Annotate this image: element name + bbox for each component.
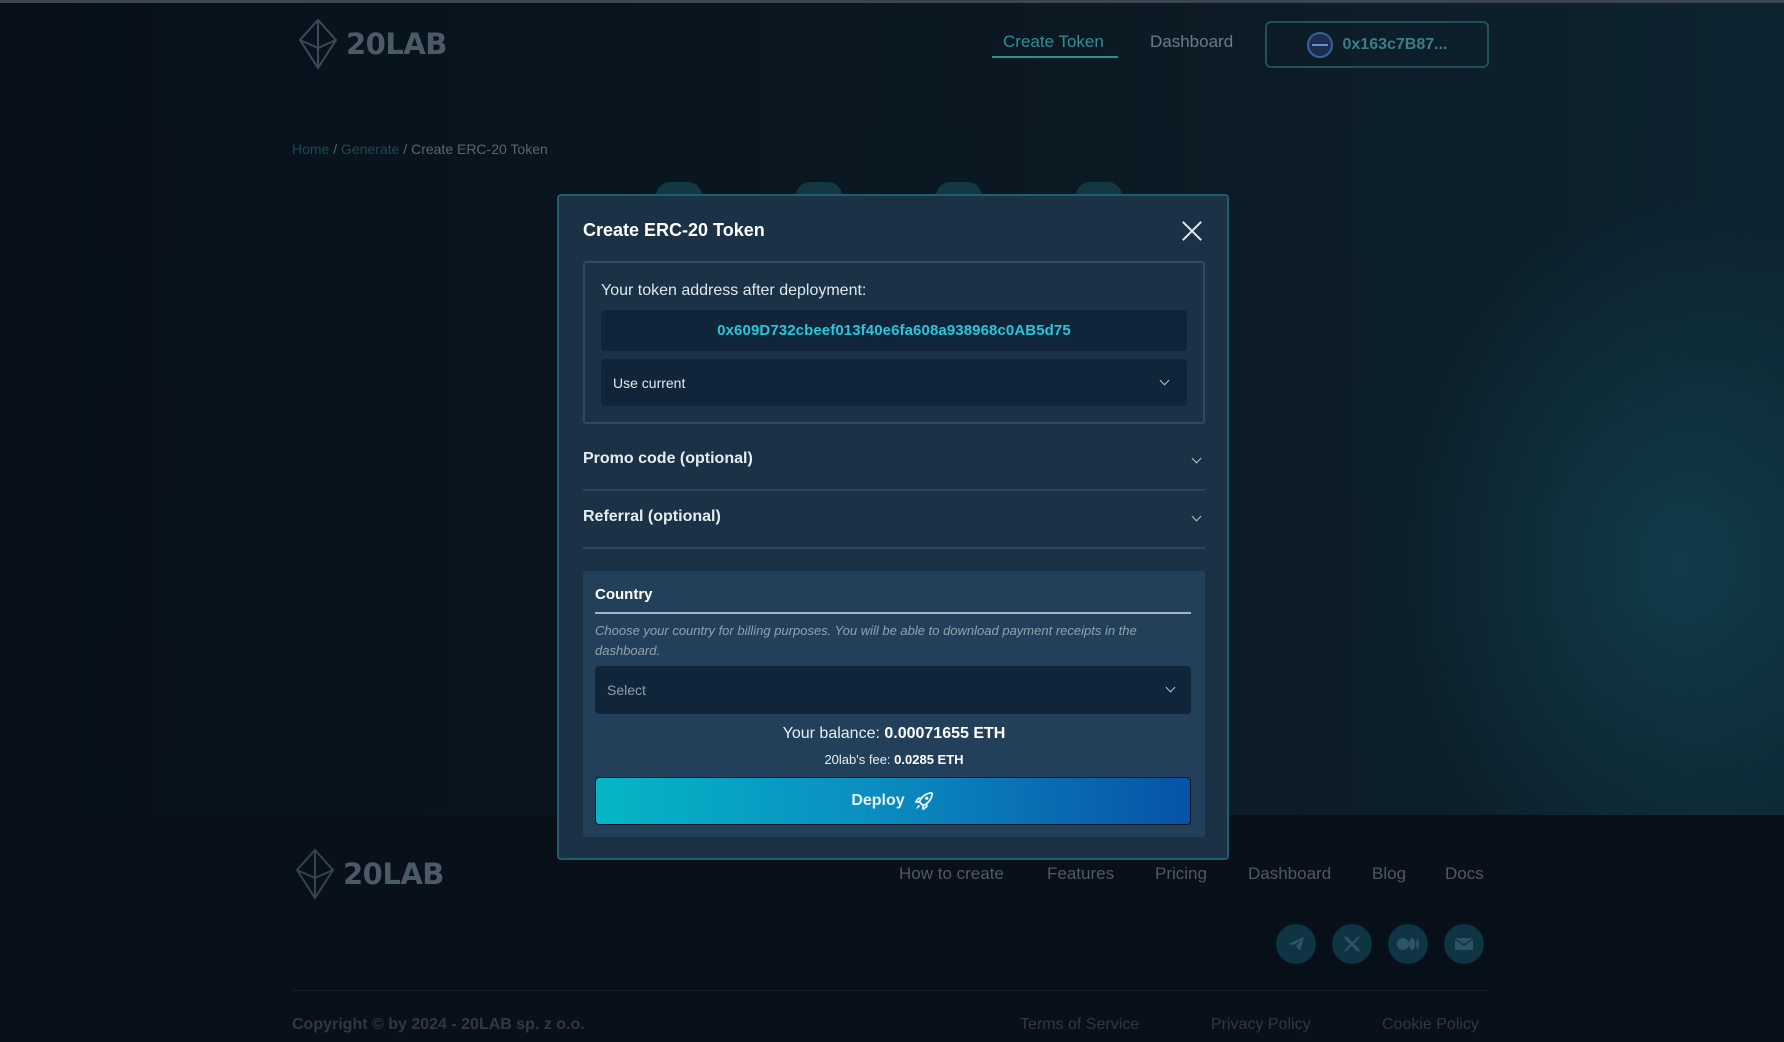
breadcrumb-home[interactable]: Home bbox=[292, 141, 329, 157]
breadcrumb: Home / Generate / Create ERC-20 Token bbox=[292, 141, 548, 157]
logo-diamond-icon bbox=[295, 848, 335, 900]
logo-text: 20LAB bbox=[346, 27, 447, 61]
x-glyph-icon bbox=[1343, 935, 1361, 953]
logo-text: 20LAB bbox=[343, 857, 444, 891]
address-mode-select[interactable]: Use current bbox=[601, 359, 1187, 406]
token-address-panel: Your token address after deployment: 0x6… bbox=[583, 261, 1205, 424]
country-title: Country bbox=[595, 586, 653, 603]
balance-line: Your balance: 0.00071655 ETH bbox=[583, 725, 1205, 743]
medium-glyph-icon bbox=[1397, 938, 1419, 950]
deploy-button[interactable]: Deploy bbox=[595, 777, 1191, 825]
fee-value: 0.0285 ETH bbox=[894, 752, 964, 767]
referral-label: Referral (optional) bbox=[583, 508, 721, 525]
nav-active-underline bbox=[992, 56, 1118, 58]
terms-link[interactable]: Terms of Service bbox=[1020, 1016, 1139, 1034]
promo-code-accordion[interactable]: Promo code (optional) bbox=[583, 433, 1205, 491]
deploy-label: Deploy bbox=[851, 792, 905, 809]
x-icon[interactable] bbox=[1332, 924, 1372, 964]
medium-icon[interactable] bbox=[1388, 924, 1428, 964]
create-token-modal: Create ERC-20 Token Your token address a… bbox=[557, 194, 1229, 860]
breadcrumb-sep: / bbox=[399, 141, 412, 157]
telegram-icon[interactable] bbox=[1276, 924, 1316, 964]
footer-link-features[interactable]: Features bbox=[1047, 864, 1114, 884]
token-address-label: Your token address after deployment: bbox=[601, 282, 867, 299]
wallet-button[interactable]: 0x163c7B87... bbox=[1265, 21, 1489, 68]
copyright: Copyright © by 2024 - 20LAB sp. z o.o. bbox=[292, 1016, 585, 1033]
modal-title: Create ERC-20 Token bbox=[583, 220, 765, 240]
breadcrumb-sep: / bbox=[329, 141, 342, 157]
referral-accordion[interactable]: Referral (optional) bbox=[583, 491, 1205, 549]
promo-code-label: Promo code (optional) bbox=[583, 450, 753, 467]
balance-value: 0.00071655 ETH bbox=[884, 725, 1006, 742]
breadcrumb-generate[interactable]: Generate bbox=[341, 141, 399, 157]
email-icon[interactable] bbox=[1444, 924, 1484, 964]
nav-create-token[interactable]: Create Token bbox=[1003, 32, 1104, 52]
rocket-icon bbox=[914, 791, 933, 811]
footer-link-blog[interactable]: Blog bbox=[1372, 864, 1406, 884]
footer-link-dashboard[interactable]: Dashboard bbox=[1248, 864, 1331, 884]
chevron-down-icon bbox=[1165, 682, 1176, 693]
footer-link-how-to-create[interactable]: How to create bbox=[899, 864, 1004, 884]
nav-dashboard[interactable]: Dashboard bbox=[1150, 32, 1233, 52]
email-glyph-icon bbox=[1454, 938, 1474, 950]
country-help-text: Choose your country for billing purposes… bbox=[595, 623, 1137, 658]
fee-label: 20lab's fee: bbox=[824, 752, 895, 767]
nav-create-token-link[interactable]: Create Token bbox=[1003, 32, 1104, 52]
header-logo[interactable]: 20LAB bbox=[296, 18, 447, 70]
logo-diamond-icon bbox=[298, 18, 338, 70]
footer-link-docs[interactable]: Docs bbox=[1445, 864, 1484, 884]
address-mode-value: Use current bbox=[613, 374, 686, 391]
close-icon[interactable] bbox=[1181, 220, 1203, 242]
country-select-placeholder: Select bbox=[607, 682, 646, 698]
footer-link-pricing[interactable]: Pricing bbox=[1155, 864, 1207, 884]
wallet-address: 0x163c7B87... bbox=[1342, 35, 1448, 53]
chevron-down-icon bbox=[1191, 453, 1202, 464]
wallet-avatar-icon bbox=[1306, 31, 1333, 58]
chevron-down-icon bbox=[1191, 511, 1202, 522]
country-panel: Country Choose your country for billing … bbox=[583, 571, 1205, 837]
token-address-value[interactable]: 0x609D732cbeef013f40e6fa608a938968c0AB5d… bbox=[601, 310, 1187, 351]
country-select[interactable]: Select bbox=[595, 666, 1191, 714]
chevron-down-icon bbox=[1159, 375, 1170, 386]
fee-line: 20lab's fee: 0.0285 ETH bbox=[583, 752, 1205, 767]
privacy-link[interactable]: Privacy Policy bbox=[1211, 1016, 1311, 1034]
footer-divider bbox=[292, 990, 1488, 991]
nav-dashboard-link[interactable]: Dashboard bbox=[1150, 32, 1233, 52]
country-underline bbox=[595, 612, 1191, 614]
balance-label: Your balance: bbox=[782, 725, 885, 742]
telegram-glyph-icon bbox=[1288, 937, 1304, 951]
breadcrumb-current: Create ERC-20 Token bbox=[411, 141, 548, 157]
footer-logo[interactable]: 20LAB bbox=[293, 848, 444, 900]
cookie-link[interactable]: Cookie Policy bbox=[1382, 1016, 1479, 1034]
